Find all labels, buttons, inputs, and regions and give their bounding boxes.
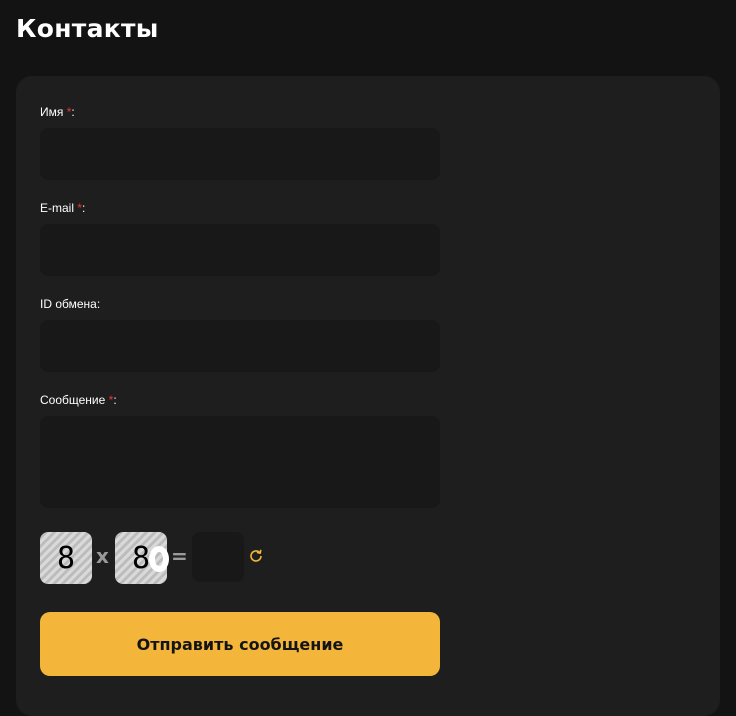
email-input[interactable] [40,224,440,276]
contact-form-card: Имя *: E-mail *: ID обмена: Сообщение *:… [16,76,720,716]
name-input[interactable] [40,128,440,180]
message-textarea[interactable] [40,416,440,508]
captcha-operator: x [96,544,109,568]
name-label: Имя *: [40,105,75,119]
captcha-noise-ring [149,546,169,572]
captcha-digit-a: 8 [40,532,92,584]
page-title: Контакты [16,14,159,43]
captcha-answer-input[interactable] [192,532,244,582]
refresh-icon[interactable] [248,548,264,564]
exchange-id-label: ID обмена: [40,297,101,311]
email-label: E-mail *: [40,201,86,215]
captcha-digit-b: 8 [115,532,169,584]
exchange-id-input[interactable] [40,320,440,372]
message-label: Сообщение *: [40,393,117,407]
captcha-equals: = [171,544,188,568]
submit-button[interactable]: Отправить сообщение [40,612,440,676]
